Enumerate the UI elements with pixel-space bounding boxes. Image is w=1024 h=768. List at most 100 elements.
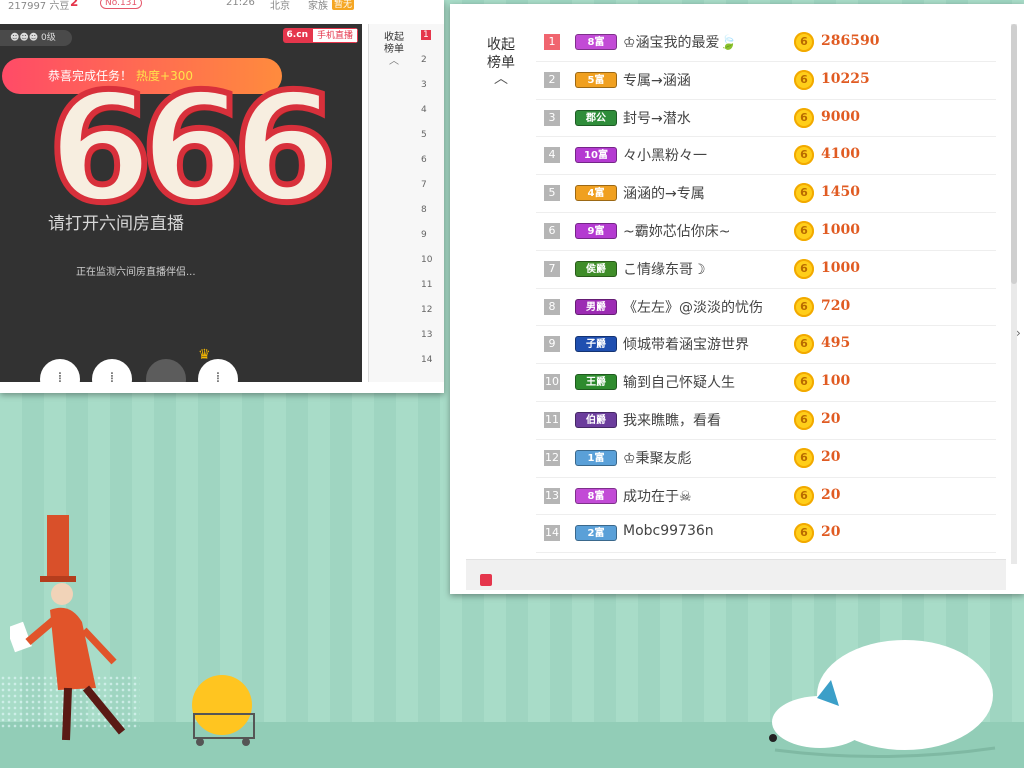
contribution-value: 20 [821, 524, 841, 541]
side-rank-number-text: 1 [421, 30, 431, 40]
side-rank-number: 4 [421, 105, 435, 130]
live-room-window: 217997 六豆 2 No.131 21:26 北京 家族 暂无 ☻☻☻ 0级… [0, 0, 444, 393]
side-collapse-toggle[interactable]: 收起榜单 ︿ [383, 32, 405, 68]
user-name[interactable]: Mobc99736n [623, 523, 714, 539]
rank-number-badge: No.131 [100, 0, 143, 9]
user-name[interactable]: 输到自己怀疑人生 [623, 372, 735, 392]
rank-row[interactable]: 6 9富 ~霸妳芯佔你床~ 6 1000 [536, 213, 996, 251]
live-top-bar: 217997 六豆 2 No.131 21:26 北京 家族 暂无 [0, 0, 444, 22]
chick-cart-illustration [192, 675, 255, 746]
gift-button-row: ⁞ ⁞ ⁞ ♛ [0, 347, 362, 382]
wealth-badge: 5富 [575, 71, 617, 88]
rank-row[interactable]: 3 郡公 封号→潜水 6 9000 [536, 100, 996, 138]
rank-row[interactable]: 4 10富 々小黑粉々一 6 4100 [536, 137, 996, 176]
coin-icon: 6 [794, 409, 814, 430]
user-name[interactable]: 成功在于☠ [623, 486, 692, 506]
contribution-value: 286590 [821, 33, 880, 49]
contribution-value: 4100 [821, 146, 860, 163]
ranking-panel: 收起榜单 ︿ 1 8富 ♔涵宝我的最爱🍃 6 286590 2 5富 专属→涵涵 6 10225 3… [450, 4, 1024, 594]
scrollbar-thumb[interactable] [1011, 24, 1017, 284]
side-toggle-label: 收起榜单 [384, 32, 404, 55]
ranking-list: 1 8富 ♔涵宝我的最爱🍃 6 286590 2 5富 专属→涵涵 6 10225 3 郡公 封号→潜水… [536, 24, 996, 554]
rank-number: 2 [544, 71, 560, 88]
scrollbar[interactable] [1011, 24, 1017, 564]
side-rank-number-text: 10 [421, 255, 433, 265]
wealth-badge: 子爵 [575, 336, 617, 353]
side-rank-number-text: 9 [421, 230, 427, 240]
gift-666-effect: 666 [45, 62, 340, 236]
side-rank-number-text: 7 [421, 180, 427, 190]
rank-row[interactable]: 5 4富 涵涵的→专属 6 1450 [536, 175, 996, 213]
side-rank-number: 7 [421, 180, 435, 205]
user-name[interactable]: 倾城带着涵宝游世界 [623, 334, 749, 354]
rank-row[interactable]: 13 8富 成功在于☠ 6 20 [536, 478, 996, 516]
side-rank-number-text: 3 [421, 80, 427, 90]
time-label: 21:26 [226, 0, 255, 8]
side-rank-number: 13 [421, 330, 435, 355]
wealth-badge: 伯爵 [575, 411, 617, 428]
side-rank-number: 14 [421, 355, 435, 380]
wealth-badge: 男爵 [575, 298, 617, 315]
monitor-status: 正在监测六间房直播伴侣... [76, 267, 196, 278]
gift-button-2[interactable]: ⁞ [92, 359, 132, 382]
gift-button-1[interactable]: ⁞ [40, 359, 80, 382]
rank-number: 1 [544, 34, 560, 50]
user-name[interactable]: ♔涵宝我的最爱🍃 [623, 32, 737, 52]
user-name[interactable]: 封号→潜水 [623, 108, 691, 128]
coin-icon: 6 [794, 69, 814, 90]
user-name[interactable]: 涵涵的→专属 [623, 183, 705, 203]
coin-icon: 6 [794, 296, 814, 317]
side-rank-number-text: 4 [421, 105, 427, 115]
side-rank-number-text: 5 [421, 130, 427, 140]
polar-bear-illustration [769, 640, 996, 759]
coin-icon: 6 [794, 372, 814, 393]
rank-number: 9 [544, 336, 560, 353]
rank-row[interactable]: 1 8富 ♔涵宝我的最爱🍃 6 286590 [536, 24, 996, 62]
rank-row[interactable]: 10 王爵 输到自己怀疑人生 6 100 [536, 364, 996, 402]
user-name[interactable]: 专属→涵涵 [623, 70, 691, 90]
coin-icon: 6 [794, 107, 814, 128]
contribution-value: 9000 [821, 108, 860, 125]
rank-row[interactable]: 14 2富 Mobc99736n 6 20 [536, 515, 996, 554]
user-name[interactable]: 我来瞧瞧，看看 [623, 410, 721, 430]
user-name[interactable]: ~霸妳芯佔你床~ [623, 221, 730, 241]
coin-icon: 6 [794, 485, 814, 506]
user-name[interactable]: 《左左》@淡淡的忧伤 [623, 297, 763, 317]
family-badge[interactable]: 暂无 [332, 0, 355, 10]
contribution-value: 20 [821, 410, 841, 427]
coin-icon: 6 [794, 523, 814, 544]
wealth-badge: 4富 [575, 185, 617, 202]
contribution-value: 1000 [821, 259, 860, 276]
ranking-collapse-toggle[interactable]: 收起榜单 ︿ [484, 36, 518, 86]
wealth-badge: 8富 [575, 487, 617, 504]
anchor-avatar[interactable] [146, 359, 186, 382]
rank-number: 4 [544, 147, 560, 164]
side-rank-number-text: 6 [421, 155, 427, 165]
viewer-level-bar: ☻☻☻ 0级 [0, 30, 72, 46]
side-rank-number-text: 14 [421, 355, 433, 365]
side-rank-number: 11 [421, 280, 435, 305]
rank-row[interactable]: 9 子爵 倾城带着涵宝游世界 6 495 [536, 326, 996, 365]
rank-row[interactable]: 11 伯爵 我来瞧瞧，看看 6 20 [536, 402, 996, 440]
video-stage[interactable]: ☻☻☻ 0级 6.cn 手机直播 恭喜完成任务！ 热度+300 请打开六间房直播 … [0, 24, 362, 382]
site-logo: 6.cn [282, 28, 312, 43]
contribution-value: 495 [821, 335, 851, 352]
wealth-badge: 王爵 [575, 374, 617, 391]
chevron-up-icon: ︿ [389, 56, 399, 67]
message-icon [480, 574, 492, 586]
chevron-right-icon[interactable]: › [1016, 326, 1021, 340]
coin-icon: 6 [794, 258, 814, 279]
coin-icon: 6 [794, 334, 814, 355]
rank-row[interactable]: 8 男爵 《左左》@淡淡的忧伤 6 720 [536, 289, 996, 327]
station-badge: 6.cn 手机直播 [282, 28, 358, 43]
rank-number: 13 [544, 487, 560, 504]
contribution-value: 10225 [821, 70, 870, 87]
rank-row[interactable]: 12 1富 ♔秉聚友彪 6 20 [536, 440, 996, 478]
user-name[interactable]: こ情缘东哥☽ [623, 259, 706, 279]
contribution-value: 720 [821, 297, 851, 314]
user-name[interactable]: ♔秉聚友彪 [623, 448, 692, 468]
rank-row[interactable]: 7 侯爵 こ情缘东哥☽ 6 1000 [536, 251, 996, 289]
user-name[interactable]: 々小黑粉々一 [623, 145, 707, 165]
wealth-badge: 郡公 [575, 109, 617, 126]
rank-row[interactable]: 2 5富 专属→涵涵 6 10225 [536, 62, 996, 100]
